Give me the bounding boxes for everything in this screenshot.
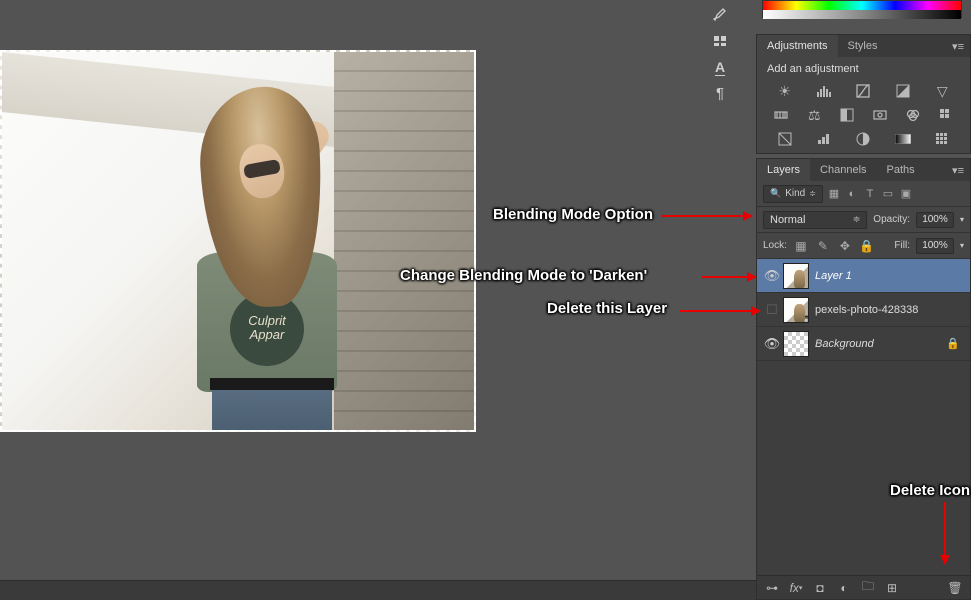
tab-adjustments[interactable]: Adjustments xyxy=(757,35,838,57)
layer-name[interactable]: Layer 1 xyxy=(815,270,852,282)
filter-adjustment-icon[interactable]: ◐ xyxy=(845,187,859,201)
layer-mask-icon[interactable]: ◘ xyxy=(811,580,829,596)
lock-image-icon[interactable]: ✎ xyxy=(815,238,831,254)
group-icon[interactable]: 🗀 xyxy=(859,580,877,596)
delete-layer-icon[interactable]: 🗑 xyxy=(946,580,964,596)
annotation-delete-layer: Delete this Layer xyxy=(547,300,667,317)
levels-icon[interactable] xyxy=(815,83,833,99)
panel-menu-icon[interactable]: ▾≡ xyxy=(946,35,970,57)
character-panel-icon[interactable]: A xyxy=(706,56,734,78)
fill-label: Fill: xyxy=(894,240,910,251)
lock-label: Lock: xyxy=(763,240,787,251)
arrow-icon xyxy=(680,310,760,312)
exposure-icon[interactable] xyxy=(894,83,912,99)
layer-thumbnail[interactable]: ▣ xyxy=(783,297,809,323)
lock-icon: 🔒 xyxy=(946,337,960,350)
arrow-down-icon xyxy=(944,502,946,564)
layer-name[interactable]: pexels-photo-428338 xyxy=(815,304,918,316)
invert-icon[interactable] xyxy=(776,131,794,147)
link-layers-icon[interactable]: ⊶ xyxy=(763,580,781,596)
layer-filter-row: 🔍 Kind ≑ ▦ ◐ T ▭ ▣ xyxy=(757,181,970,207)
filter-type-icon[interactable]: T xyxy=(863,187,877,201)
smart-object-badge-icon: ▣ xyxy=(801,315,809,323)
tab-styles[interactable]: Styles xyxy=(838,35,888,57)
black-white-icon[interactable] xyxy=(838,107,856,123)
posterize-icon[interactable] xyxy=(815,131,833,147)
annotation-change-darken: Change Blending Mode to 'Darken' xyxy=(400,267,647,284)
visibility-toggle-icon[interactable]: ☐ xyxy=(761,302,783,318)
status-bar xyxy=(0,580,756,600)
arrow-icon xyxy=(662,215,752,217)
layer-list: 👁 Layer 1 ☐ ▣ pexels-photo-428338 👁 Back… xyxy=(757,259,970,575)
adjustments-subtitle: Add an adjustment xyxy=(757,57,970,79)
visibility-toggle-icon[interactable]: 👁 xyxy=(761,268,783,284)
color-spectrum[interactable] xyxy=(762,0,962,18)
adjustments-tabs: Adjustments Styles ▾≡ xyxy=(757,35,970,57)
new-layer-icon[interactable]: ⊞ xyxy=(883,580,901,596)
layer-style-icon[interactable]: fx▾ xyxy=(787,580,805,596)
layers-footer: ⊶ fx▾ ◘ ◐ 🗀 ⊞ 🗑 xyxy=(757,575,970,599)
secondary-toolbar: A ¶ xyxy=(702,0,738,220)
photo-subject: CulpritAppar xyxy=(152,82,352,422)
lock-all-icon[interactable]: 🔒 xyxy=(859,238,875,254)
tab-layers[interactable]: Layers xyxy=(757,159,810,181)
layers-panel: Layers Channels Paths ▾≡ 🔍 Kind ≑ ▦ ◐ T … xyxy=(756,158,971,600)
layer-name[interactable]: Background xyxy=(815,338,874,350)
layers-tabs: Layers Channels Paths ▾≡ xyxy=(757,159,970,181)
layer-item-background[interactable]: 👁 Background 🔒 xyxy=(757,327,970,361)
threshold-icon[interactable] xyxy=(854,131,872,147)
photo-wall-right xyxy=(334,52,474,430)
filter-shape-icon[interactable]: ▭ xyxy=(881,187,895,201)
lock-transparency-icon[interactable]: ▦ xyxy=(793,238,809,254)
filter-kind-label: Kind xyxy=(785,188,805,199)
layer-thumbnail[interactable] xyxy=(783,331,809,357)
shirt-text-2: Appar xyxy=(250,327,285,342)
layer-item-pexels[interactable]: ☐ ▣ pexels-photo-428338 xyxy=(757,293,970,327)
lock-row: Lock: ▦ ✎ ✥ 🔒 Fill: 100% ▾ xyxy=(757,233,970,259)
curves-icon[interactable] xyxy=(854,83,872,99)
blend-mode-select[interactable]: Normal ≑ xyxy=(763,211,867,229)
layer-thumbnail[interactable] xyxy=(783,263,809,289)
color-balance-icon[interactable]: ⚖ xyxy=(805,107,823,123)
brush-tool-icon[interactable] xyxy=(706,4,734,26)
shirt-text-1: Culprit xyxy=(248,313,286,328)
channel-mixer-icon[interactable] xyxy=(904,107,922,123)
filter-pixel-icon[interactable]: ▦ xyxy=(827,187,841,201)
color-lookup-icon[interactable] xyxy=(937,107,955,123)
gradient-map-icon[interactable] xyxy=(894,131,912,147)
filter-kind-select[interactable]: 🔍 Kind ≑ xyxy=(763,185,823,203)
opacity-caret-icon[interactable]: ▾ xyxy=(960,215,964,224)
annotation-blend-option: Blending Mode Option xyxy=(493,206,653,223)
fill-caret-icon[interactable]: ▾ xyxy=(960,241,964,250)
chevron-updown-icon: ≑ xyxy=(853,214,861,225)
adjustments-panel: Adjustments Styles ▾≡ Add an adjustment … xyxy=(756,34,971,154)
arrow-icon xyxy=(702,276,756,278)
opacity-label: Opacity: xyxy=(873,214,910,225)
canvas-area: CulpritAppar xyxy=(0,50,476,432)
visibility-toggle-icon[interactable]: 👁 xyxy=(761,336,783,352)
fill-value[interactable]: 100% xyxy=(916,238,954,254)
annotation-delete-icon: Delete Icon xyxy=(890,482,970,499)
opacity-value[interactable]: 100% xyxy=(916,212,954,228)
layer-item-layer1[interactable]: 👁 Layer 1 xyxy=(757,259,970,293)
selective-color-icon[interactable] xyxy=(933,131,951,147)
filter-smart-icon[interactable]: ▣ xyxy=(899,187,913,201)
vibrance-icon[interactable]: ▽ xyxy=(933,83,951,99)
lock-position-icon[interactable]: ✥ xyxy=(837,238,853,254)
tab-paths[interactable]: Paths xyxy=(877,159,925,181)
layers-panel-menu-icon[interactable]: ▾≡ xyxy=(946,159,970,181)
tab-channels[interactable]: Channels xyxy=(810,159,876,181)
blend-mode-row: Normal ≑ Opacity: 100% ▾ xyxy=(757,207,970,233)
adjustment-layer-icon[interactable]: ◐ xyxy=(835,580,853,596)
paragraph-panel-icon[interactable]: ¶ xyxy=(706,82,734,104)
brightness-contrast-icon[interactable]: ☀ xyxy=(776,83,794,99)
blend-mode-value: Normal xyxy=(770,214,805,226)
hue-sat-icon[interactable] xyxy=(772,107,790,123)
document-canvas[interactable]: CulpritAppar xyxy=(0,50,476,432)
photo-filter-icon[interactable] xyxy=(871,107,889,123)
swatches-icon[interactable] xyxy=(706,30,734,52)
